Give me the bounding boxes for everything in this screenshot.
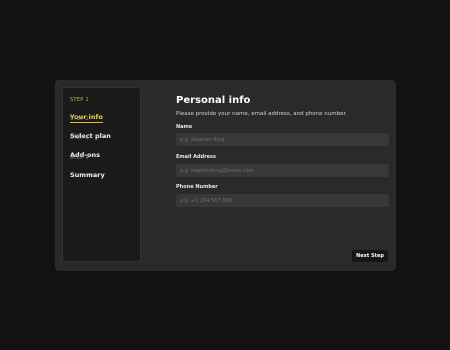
name-field[interactable]	[176, 133, 389, 146]
step-sidebar: STEP 1 Your info STEP 2 Select plan STEP…	[62, 87, 141, 262]
name-label: Name	[176, 124, 193, 130]
step-number: STEP 1	[70, 97, 89, 103]
phone-label: Phone Number	[176, 184, 218, 190]
step-number: STEP 3	[70, 135, 89, 141]
step-number: STEP 2	[70, 116, 89, 122]
personal-info-form: Personal info Please provide your name, …	[176, 94, 389, 207]
form-card: STEP 1 Your info STEP 2 Select plan STEP…	[55, 80, 396, 271]
step-number: STEP 4	[70, 155, 89, 161]
phone-field[interactable]	[176, 194, 389, 207]
page-subtitle: Please provide your name, email address,…	[176, 111, 347, 117]
email-label: Email Address	[176, 154, 217, 160]
page-title: Personal info	[176, 95, 251, 106]
email-field[interactable]	[176, 164, 389, 177]
sidebar-step-4[interactable]: STEP 4 Summary	[70, 155, 105, 181]
next-step-button[interactable]: Next Step	[352, 250, 388, 262]
step-title: Summary	[70, 171, 105, 179]
